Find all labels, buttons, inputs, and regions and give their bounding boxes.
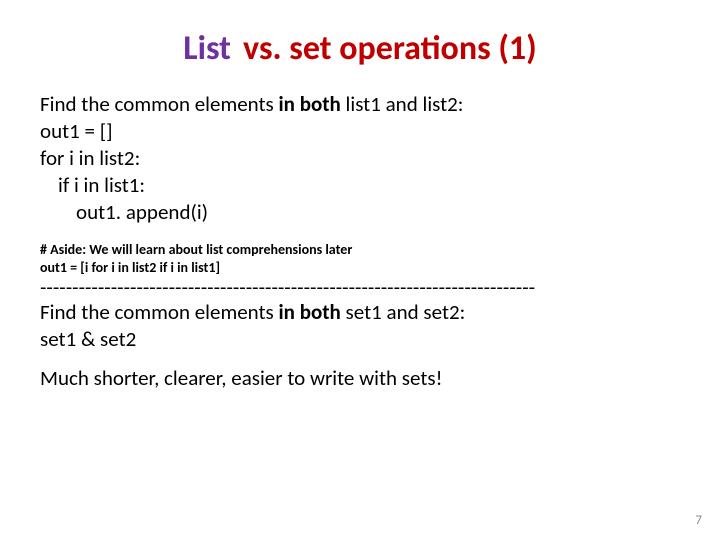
and-text-set: and <box>387 299 419 325</box>
set1-text: set1 <box>341 299 387 325</box>
title-list: List <box>183 28 231 69</box>
slide: List vs. set operations (1) Find the comm… <box>0 0 720 540</box>
aside-block: # Aside: We will learn about list compre… <box>40 241 680 276</box>
and-text: and <box>386 91 418 117</box>
list1-text: list1 <box>341 91 386 117</box>
find-prefix: Find the common elements <box>40 91 279 117</box>
list-find-line: Find the common elements in both list1 a… <box>40 91 680 118</box>
list-section: Find the common elements in both list1 a… <box>40 91 680 225</box>
set2-text: set2: <box>419 299 466 325</box>
title-set-ops: set operations (1) <box>289 28 536 69</box>
code-line-1: out1 = [] <box>40 118 680 145</box>
title-vs: vs. <box>243 28 282 69</box>
aside-line-1: # Aside: We will learn about list compre… <box>40 241 680 259</box>
page-number: 7 <box>695 513 702 528</box>
code-line-2: for i in list2: <box>40 145 680 172</box>
divider: ----------------------------------------… <box>40 276 680 299</box>
closing-line: Much shorter, clearer, easier to write w… <box>40 365 680 392</box>
code-line-4: out1. append(i) <box>40 199 680 226</box>
code-line-3: if i in list1: <box>40 172 680 199</box>
find-prefix-set: Find the common elements <box>40 299 279 325</box>
set-find-line: Find the common elements in both set1 an… <box>40 299 680 326</box>
in-both-set: in both <box>279 299 341 325</box>
aside-line-2: out1 = [i for i in list2 if i in list1] <box>40 259 680 277</box>
slide-title: List vs. set operations (1) <box>40 28 680 69</box>
in-both: in both <box>279 91 341 117</box>
set-section: Find the common elements in both set1 an… <box>40 299 680 353</box>
list2-text: list2: <box>418 91 464 117</box>
set-expr: set1 & set2 <box>40 326 680 353</box>
